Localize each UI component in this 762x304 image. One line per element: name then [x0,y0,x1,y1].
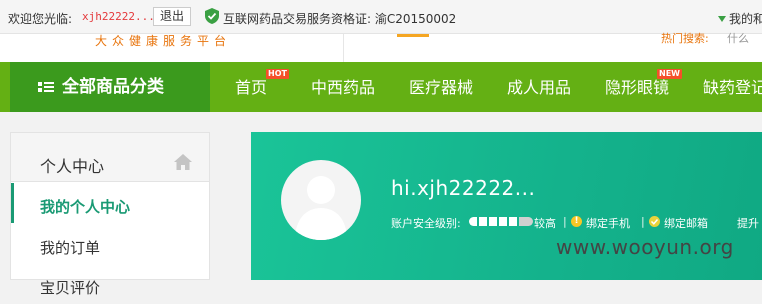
sidebar: 个人中心 我的个人中心 我的订单 宝贝评价 [10,132,210,297]
active-indicator [11,183,14,223]
nav-item-missing-drug[interactable]: 缺药登记 [703,62,762,112]
hot-search-term[interactable]: 什么 [727,30,749,46]
separator: | [563,215,567,228]
my-account-menu[interactable]: 我的和 [718,10,762,27]
all-categories-button[interactable]: 全部商品分类 [10,62,210,112]
check-icon [649,216,660,227]
license-text: 互联网药品交易服务资格证: 渝C20150002 [223,12,457,26]
new-badge: NEW [657,69,682,79]
logout-button[interactable]: 退出 [153,7,192,26]
welcome-text: 欢迎您光临: [8,12,73,26]
nav-item-adult[interactable]: 成人用品 [507,62,571,112]
upgrade-security-link[interactable]: 提升 [737,215,759,231]
sidebar-item-orders[interactable]: 我的订单 [11,224,209,264]
sidebar-title: 个人中心 [40,157,105,176]
header: 大众健康服务平台 热门搜索: 什么 [0,32,762,62]
sidebar-header: 个人中心 [11,133,209,182]
avatar[interactable] [281,160,361,240]
shield-check-icon [205,8,219,24]
category-menu-icon [38,82,54,92]
user-avatar-icon [295,176,347,240]
watermark: www.wooyun.org [556,235,734,259]
dropdown-arrow-icon [718,16,726,22]
username-link[interactable]: xjh22222... [82,10,155,23]
sidebar-item-label: 我的个人中心 [40,198,131,216]
top-bar: 欢迎您光临: xjh22222... 退出 互联网药品交易服务资格证: 渝C20… [0,0,762,34]
security-level-text: 较高 [534,217,556,230]
sidebar-item-reviews[interactable]: 宝贝评价 [11,264,209,304]
main-nav: 全部商品分类 首页 HOT 中西药品 医疗器械 成人用品 隐形眼镜 NEW 缺药… [0,62,762,112]
greeting-username: hi.xjh22222... [391,176,536,200]
security-meter [469,216,533,227]
home-icon[interactable] [173,153,193,171]
my-account-label: 我的和 [729,12,762,26]
warning-icon: ! [571,216,582,227]
sidebar-item-my-center[interactable]: 我的个人中心 [11,183,209,223]
site-slogan: 大众健康服务平台 [95,34,232,48]
search-button-edge[interactable] [397,34,429,37]
header-divider [343,34,344,62]
hot-badge: HOT [266,69,289,79]
bind-phone-link[interactable]: 绑定手机 [586,215,630,231]
nav-item-medical-devices[interactable]: 医疗器械 [409,62,473,112]
all-categories-label: 全部商品分类 [62,77,164,97]
separator: | [641,215,645,228]
sidebar-item-label: 宝贝评价 [40,279,101,297]
hot-search-label: 热门搜索: [661,32,709,45]
sidebar-item-label: 我的订单 [40,239,101,257]
security-label: 账户安全级别: [391,217,461,230]
nav-item-medicine[interactable]: 中西药品 [311,62,375,112]
nav-item-home[interactable]: 首页 [235,62,267,112]
bind-email-link[interactable]: 绑定邮箱 [664,215,708,231]
